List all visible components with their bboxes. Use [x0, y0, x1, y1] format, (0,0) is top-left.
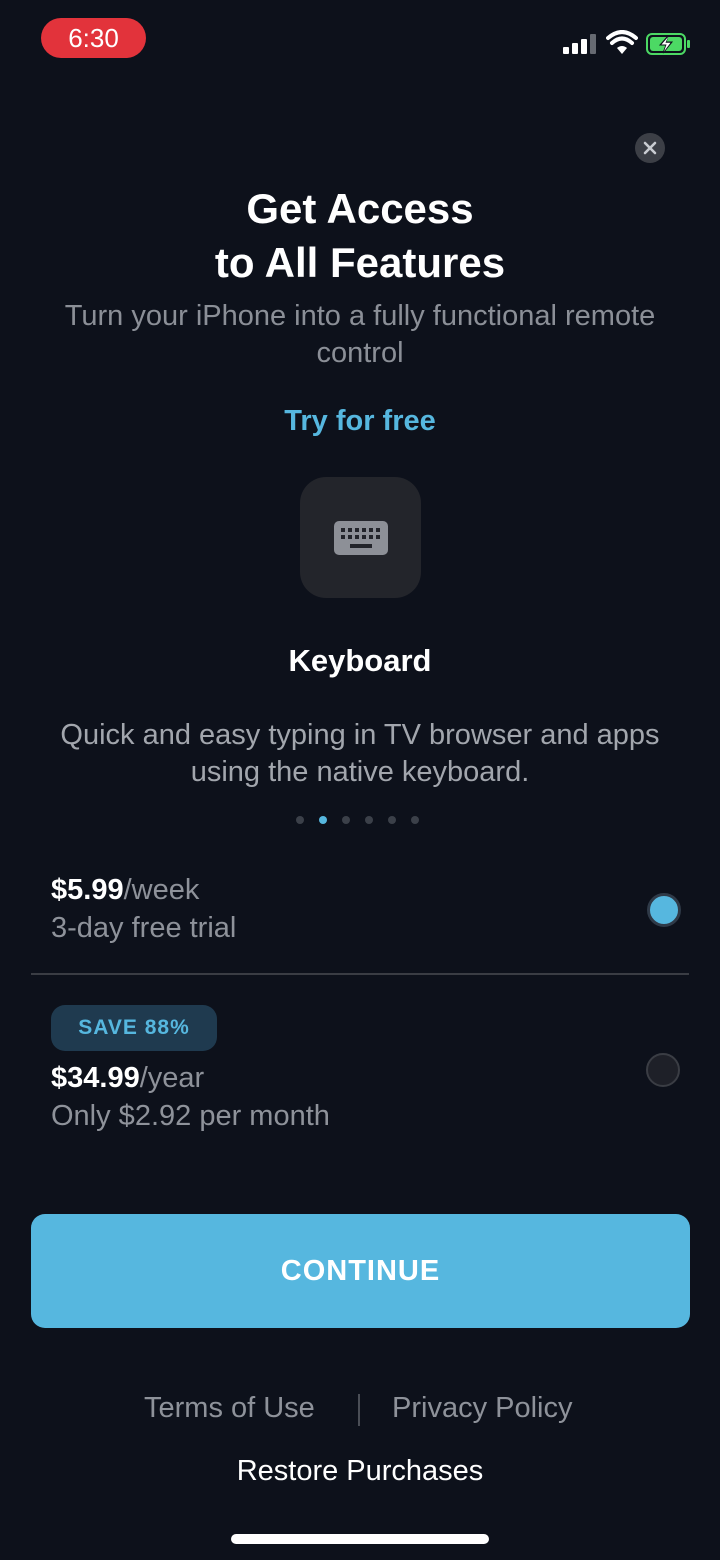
carousel-dot[interactable]	[342, 816, 350, 824]
page-title: Get Access to All Features	[214, 185, 506, 286]
plan-weekly-radio[interactable]	[647, 893, 681, 927]
plan-yearly-radio[interactable]	[646, 1053, 680, 1087]
close-button[interactable]	[635, 133, 665, 163]
home-indicator[interactable]	[231, 1534, 489, 1544]
plan-yearly-price: $34.99	[51, 1062, 140, 1094]
status-time: 6:30	[41, 18, 146, 58]
privacy-link[interactable]: Privacy Policy	[392, 1392, 573, 1425]
plan-divider	[31, 973, 689, 975]
signal-icon	[563, 32, 597, 54]
page-subtitle: Turn your iPhone into a fully functional…	[64, 300, 656, 369]
plan-yearly-detail: Only $2.92 per month	[51, 1100, 330, 1132]
feature-title: Keyboard	[288, 643, 432, 678]
save-badge: SAVE 88%	[51, 1005, 217, 1051]
wifi-icon	[606, 30, 638, 54]
continue-button[interactable]: CONTINUE	[31, 1214, 690, 1328]
feature-icon-tile	[300, 477, 421, 598]
carousel-dot-active[interactable]	[319, 816, 327, 824]
feature-description: Quick and easy typing in TV browser and …	[60, 719, 660, 788]
plan-weekly[interactable]: $5.99/week 3-day free trial	[31, 860, 689, 960]
keyboard-icon	[333, 520, 388, 555]
terms-link[interactable]: Terms of Use	[144, 1392, 315, 1425]
plan-weekly-price: $5.99	[51, 874, 124, 906]
carousel-dot[interactable]	[296, 816, 304, 824]
footer-separator	[358, 1394, 360, 1426]
plan-yearly-period: /year	[139, 1062, 205, 1094]
carousel-dot[interactable]	[388, 816, 396, 824]
plan-weekly-detail: 3-day free trial	[51, 912, 237, 944]
plan-weekly-price-line: $5.99/week	[51, 874, 199, 907]
plan-yearly-price-line: $34.99/year	[51, 1062, 204, 1095]
plan-weekly-period: /week	[123, 874, 200, 906]
restore-purchases-link[interactable]: Restore Purchases	[0, 1455, 720, 1488]
carousel-dot[interactable]	[365, 816, 373, 824]
carousel-dots	[296, 816, 426, 828]
carousel-dot[interactable]	[411, 816, 419, 824]
battery-charging-icon	[646, 33, 690, 55]
plan-yearly[interactable]: $34.99/year Only $2.92 per month	[31, 1050, 689, 1150]
close-icon	[643, 141, 657, 155]
try-free-label: Try for free	[284, 405, 436, 437]
